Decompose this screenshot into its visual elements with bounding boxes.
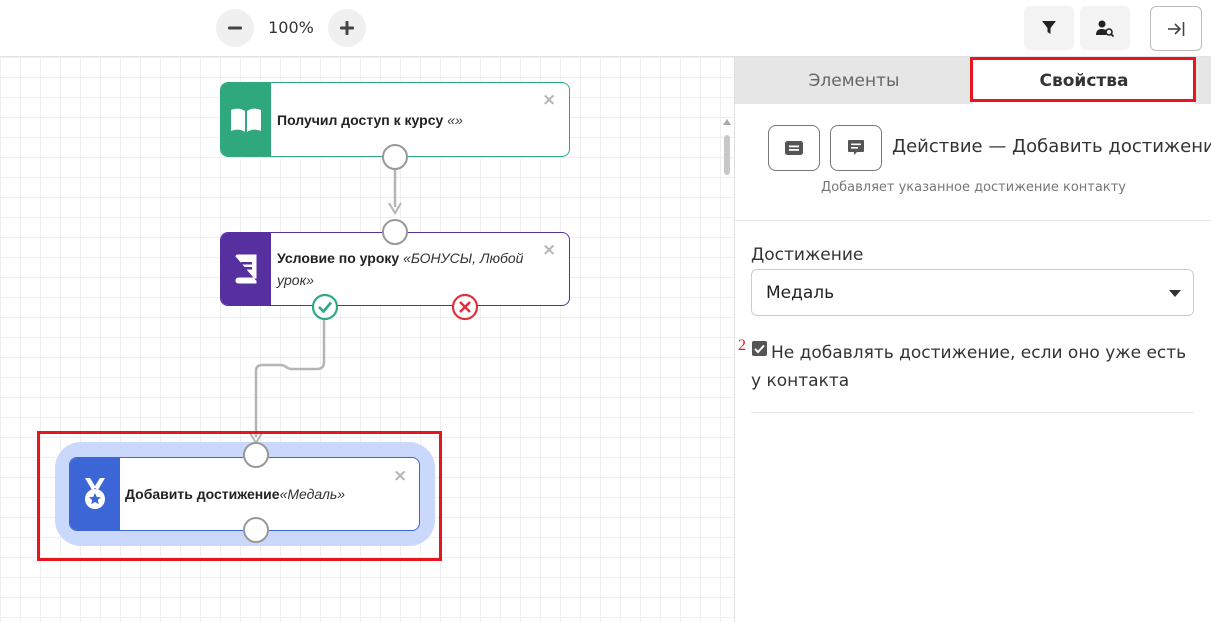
action-title: Действие — Добавить достижение xyxy=(892,136,1211,157)
x-circle-icon[interactable] xyxy=(451,293,479,321)
achievement-select-value: Медаль xyxy=(766,283,835,303)
marker-2: 2 xyxy=(738,337,746,354)
flow-canvas[interactable]: Получил доступ к курсу «» × Условие по у… xyxy=(0,57,734,622)
checkmark-icon xyxy=(754,344,765,353)
filter-button[interactable] xyxy=(1024,6,1074,50)
user-search-icon xyxy=(1096,20,1115,37)
node-text: Получил доступ к курсу «» xyxy=(271,83,491,156)
message-icon xyxy=(785,141,803,155)
book-open-icon xyxy=(231,108,261,132)
skip-existing-label: Не добавлять достижение, если оно уже ес… xyxy=(751,343,1187,391)
connector-2 xyxy=(254,319,326,437)
collapse-panel-button[interactable] xyxy=(1150,6,1202,51)
tab-elements[interactable]: Элементы xyxy=(735,57,973,104)
achievement-field-label: Достижение xyxy=(751,245,864,265)
node-icon-box xyxy=(221,233,271,305)
zoom-in-button[interactable] xyxy=(328,9,366,47)
properties-panel: Элементы Свойства Действие — Добавить до… xyxy=(734,57,1211,622)
comment-button[interactable] xyxy=(768,125,820,171)
filter-icon xyxy=(1042,21,1056,34)
node-icon-box xyxy=(221,83,271,156)
book-icon xyxy=(235,254,257,284)
node-close-button[interactable]: × xyxy=(542,92,556,109)
action-description: Добавляет указанное достижение контакту xyxy=(821,180,1126,195)
node-output-port[interactable] xyxy=(382,144,408,170)
minus-icon xyxy=(228,26,242,30)
divider xyxy=(735,220,1211,221)
collapse-right-icon xyxy=(1168,21,1185,36)
highlight-frame-node xyxy=(37,431,442,561)
divider xyxy=(751,412,1194,413)
node-title: Условие по уроку xyxy=(277,250,400,266)
node-param: «» xyxy=(447,111,463,128)
plus-icon xyxy=(340,21,354,35)
skip-existing-checkbox[interactable] xyxy=(752,341,767,356)
note-button[interactable] xyxy=(830,125,882,171)
check-circle-icon[interactable] xyxy=(311,293,339,321)
user-search-button[interactable] xyxy=(1080,6,1130,50)
zoom-level: 100% xyxy=(268,18,314,37)
caret-down-icon xyxy=(1169,290,1181,297)
node-title: Получил доступ к курсу xyxy=(277,111,444,128)
zoom-out-button[interactable] xyxy=(216,9,254,47)
node-close-button[interactable]: × xyxy=(542,242,556,259)
top-toolbar: 100% xyxy=(0,0,1211,57)
highlight-frame-tab xyxy=(970,57,1196,102)
achievement-select[interactable]: Медаль xyxy=(751,269,1194,316)
node-input-port[interactable] xyxy=(382,219,408,245)
chat-icon xyxy=(848,140,864,155)
